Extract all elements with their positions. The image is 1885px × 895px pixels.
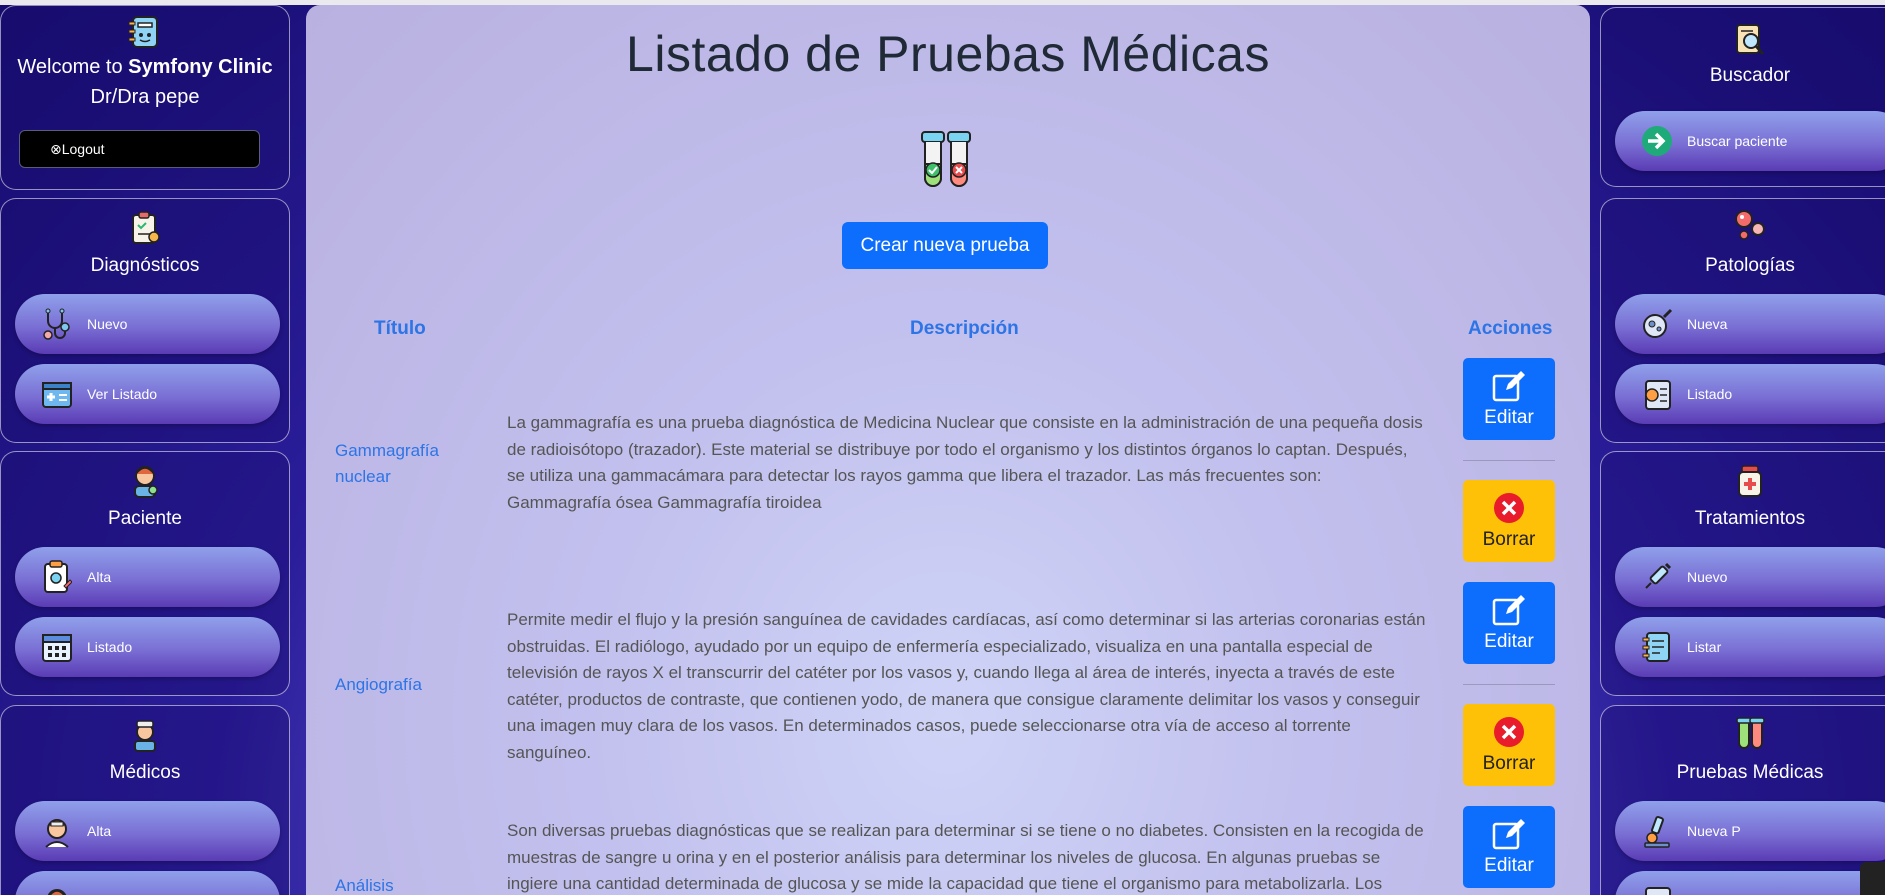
- patologias-listado-label: Listado: [1687, 386, 1733, 402]
- medical-card-icon: [39, 376, 75, 412]
- arrow-right-icon: [1639, 123, 1675, 159]
- tratamientos-card: Tratamientos Nuevo Listar: [1600, 451, 1885, 696]
- medicos-card: Médicos Alta: [0, 705, 290, 895]
- paciente-listado-label: Listado: [87, 639, 133, 655]
- calendar-icon: [39, 629, 75, 665]
- row-title-link[interactable]: Análisis: [335, 873, 475, 895]
- diagnosticos-title: Diagnósticos: [90, 255, 200, 276]
- edit-icon: [1492, 593, 1526, 627]
- row-title-link[interactable]: Gammagrafía nuclear: [335, 438, 475, 490]
- delete-label: Borrar: [1482, 529, 1536, 550]
- patologias-title: Patologías: [1705, 255, 1795, 276]
- bacteria-icon: [1732, 207, 1768, 248]
- paciente-card: Paciente Alta Listado: [0, 451, 290, 696]
- medicos-alta-label: Alta: [87, 823, 112, 839]
- patologias-nueva-button[interactable]: Nueva: [1615, 294, 1885, 354]
- test-tubes-small-icon: [1734, 716, 1766, 757]
- clipboard-icon: [39, 559, 75, 595]
- diagnosticos-ver-listado-label: Ver Listado: [87, 386, 158, 402]
- logout-button[interactable]: ⊗Logout: [19, 130, 260, 168]
- delete-label: Borrar: [1482, 753, 1536, 774]
- row-title-link[interactable]: Angiografía: [335, 672, 475, 698]
- edit-button[interactable]: Editar: [1463, 806, 1555, 888]
- stethoscope-icon: [39, 306, 75, 342]
- buscar-paciente-label: Buscar paciente: [1687, 133, 1788, 149]
- edit-button[interactable]: Editar: [1463, 358, 1555, 440]
- row-description: La gammagrafía es una prueba diagnóstica…: [507, 413, 1423, 512]
- microscope-icon: [1639, 813, 1675, 849]
- notebook-list-icon: [1639, 629, 1675, 665]
- doctor-badge-icon: [129, 718, 161, 757]
- edit-label: Editar: [1484, 855, 1534, 876]
- delete-x-icon: [1492, 715, 1526, 749]
- edit-icon: [1492, 369, 1526, 403]
- paciente-alta-label: Alta: [87, 569, 112, 585]
- edit-label: Editar: [1484, 407, 1534, 428]
- medicos-title: Médicos: [109, 762, 181, 783]
- edit-button[interactable]: Editar: [1463, 582, 1555, 664]
- medicos-second-button[interactable]: [15, 871, 280, 895]
- column-header-description: Descripción: [910, 318, 1019, 339]
- tratamientos-nuevo-button[interactable]: Nuevo: [1615, 547, 1885, 607]
- tratamientos-nuevo-label: Nuevo: [1687, 569, 1728, 585]
- buscador-card: Buscador Buscar paciente: [1600, 7, 1885, 187]
- patient-icon: [129, 464, 161, 503]
- welcome-prefix: Welcome to: [17, 56, 123, 78]
- brand-name: Symfony Clinic: [128, 56, 273, 78]
- diagnosticos-nuevo-label: Nuevo: [87, 316, 128, 332]
- medicine-bottle-icon: [1735, 464, 1765, 503]
- patologias-card: Patologías Nueva Listado: [1600, 198, 1885, 443]
- pruebas-nueva-button[interactable]: Nueva P: [1615, 801, 1885, 861]
- patologias-listado-button[interactable]: Listado: [1615, 364, 1885, 424]
- buscar-paciente-button[interactable]: Buscar paciente: [1615, 111, 1885, 171]
- paciente-alta-button[interactable]: Alta: [15, 547, 280, 607]
- patologias-nueva-label: Nueva: [1687, 316, 1728, 332]
- pruebas-second-button[interactable]: [1615, 871, 1885, 895]
- action-divider: [1463, 460, 1555, 461]
- test-tubes-icon: [916, 130, 976, 199]
- symfony-toolbar-icon[interactable]: [1860, 862, 1885, 895]
- tratamientos-title: Tratamientos: [1694, 508, 1806, 529]
- doctor-name: Dr/Dra pepe: [90, 86, 200, 108]
- delete-x-icon: [1492, 491, 1526, 525]
- main-panel: Listado de Pruebas Médicas Crear nueva p…: [306, 5, 1590, 895]
- diagnosticos-card: Diagnósticos Nuevo Ver Listado: [0, 198, 290, 443]
- doctor-female-icon: [39, 883, 75, 895]
- pruebas-nueva-label: Nueva P: [1687, 823, 1741, 839]
- paciente-listado-button[interactable]: Listado: [15, 617, 280, 677]
- syringe-icon: [1639, 559, 1675, 595]
- welcome-message: Welcome to Symfony Clinic Dr/Dra pepe: [1, 52, 289, 112]
- list-icon: [1639, 883, 1675, 895]
- tratamientos-listar-label: Listar: [1687, 639, 1722, 655]
- page-title: Listado de Pruebas Médicas: [626, 26, 1270, 82]
- delete-button[interactable]: Borrar: [1463, 704, 1555, 786]
- delete-button[interactable]: Borrar: [1463, 480, 1555, 562]
- row-description: Permite medir el flujo y la presión sang…: [507, 610, 1426, 762]
- virus-icon: [1639, 306, 1675, 342]
- medicos-alta-button[interactable]: Alta: [15, 801, 280, 861]
- list-icon: [1639, 376, 1675, 412]
- column-header-title: Título: [374, 318, 426, 339]
- paciente-title: Paciente: [108, 508, 182, 529]
- notebook-icon: [127, 14, 163, 55]
- buscador-title: Buscador: [1709, 65, 1791, 86]
- action-divider: [1463, 684, 1555, 685]
- diagnosticos-nuevo-button[interactable]: Nuevo: [15, 294, 280, 354]
- search-document-icon: [1733, 22, 1767, 63]
- welcome-card: Welcome to Symfony Clinic Dr/Dra pepe ⊗L…: [0, 5, 290, 190]
- tratamientos-listar-button[interactable]: Listar: [1615, 617, 1885, 677]
- column-header-actions: Acciones: [1468, 318, 1553, 339]
- create-test-button[interactable]: Crear nueva prueba: [842, 222, 1048, 269]
- edit-icon: [1492, 817, 1526, 851]
- pruebas-card: Pruebas Médicas Nueva P: [1600, 705, 1885, 895]
- doctor-icon: [39, 813, 75, 849]
- pruebas-title: Pruebas Médicas: [1676, 762, 1824, 783]
- clipboard-check-icon: [129, 211, 161, 250]
- row-description: Son diversas pruebas diagnósticas que se…: [507, 821, 1424, 893]
- diagnosticos-ver-listado-button[interactable]: Ver Listado: [15, 364, 280, 424]
- edit-label: Editar: [1484, 631, 1534, 652]
